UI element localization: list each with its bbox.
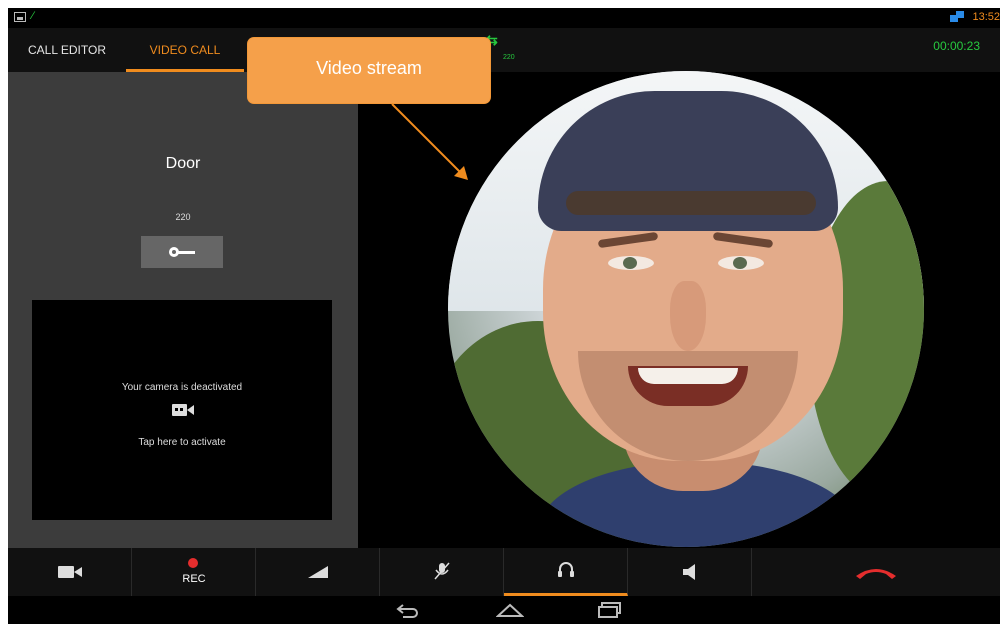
mute-button[interactable] bbox=[380, 548, 504, 596]
video-stream bbox=[448, 71, 924, 547]
status-bar: ∕ 13:52 bbox=[8, 8, 1000, 28]
door-number: 220 bbox=[175, 212, 191, 222]
record-dot-icon bbox=[188, 558, 198, 568]
recent-apps-button[interactable] bbox=[590, 600, 630, 622]
connection-number: 220 bbox=[503, 54, 515, 61]
call-toolbar: REC bbox=[8, 548, 1000, 596]
camera-deactivated-text: Your camera is deactivated bbox=[121, 382, 243, 393]
home-button[interactable] bbox=[490, 600, 530, 622]
back-button[interactable] bbox=[388, 600, 428, 622]
local-camera-preview[interactable]: Your camera is deactivated Tap here to a… bbox=[32, 300, 332, 520]
app-screen: ∕ 13:52 CALL EDITOR VIDEO CALL ⇆ 220 00:… bbox=[8, 8, 1000, 624]
image-icon bbox=[14, 12, 26, 22]
mic-muted-icon bbox=[434, 562, 450, 580]
speaker-button[interactable] bbox=[628, 548, 752, 596]
video-toggle-button[interactable] bbox=[8, 548, 132, 596]
contact-panel: Door 220 Your camera is deactivated Tap … bbox=[8, 72, 358, 548]
camera-activate-text: Tap here to activate bbox=[138, 437, 226, 448]
volume-slider-icon bbox=[308, 566, 328, 578]
top-header: CALL EDITOR VIDEO CALL ⇆ 220 00:00:23 bbox=[8, 28, 1000, 72]
open-door-button[interactable] bbox=[141, 236, 223, 268]
network-icon bbox=[950, 11, 964, 23]
home-icon bbox=[495, 603, 525, 617]
headset-icon bbox=[558, 562, 574, 577]
callout-label: Video stream bbox=[316, 58, 422, 78]
recent-apps-icon bbox=[598, 601, 621, 618]
video-stream-callout: Video stream bbox=[248, 38, 490, 103]
back-icon bbox=[396, 603, 418, 618]
headset-button[interactable] bbox=[504, 548, 628, 596]
system-nav-bar bbox=[8, 596, 1000, 624]
key-icon bbox=[169, 247, 195, 257]
tab-video-call[interactable]: VIDEO CALL bbox=[126, 28, 244, 72]
end-call-icon bbox=[856, 569, 896, 579]
tab-call-editor[interactable]: CALL EDITOR bbox=[8, 28, 126, 72]
door-title: Door bbox=[165, 155, 201, 172]
callout-arrow bbox=[391, 103, 468, 180]
video-camera-icon bbox=[58, 566, 82, 578]
record-button[interactable]: REC bbox=[132, 548, 256, 596]
volume-button[interactable] bbox=[256, 548, 380, 596]
call-timer: 00:00:23 bbox=[933, 39, 980, 53]
record-label: REC bbox=[182, 573, 206, 585]
status-time: 13:52 bbox=[972, 11, 1000, 23]
video-camera-icon bbox=[172, 404, 194, 416]
end-call-button[interactable] bbox=[752, 548, 1000, 596]
phone-call-icon: ∕ bbox=[32, 10, 34, 22]
speaker-icon bbox=[683, 564, 695, 580]
